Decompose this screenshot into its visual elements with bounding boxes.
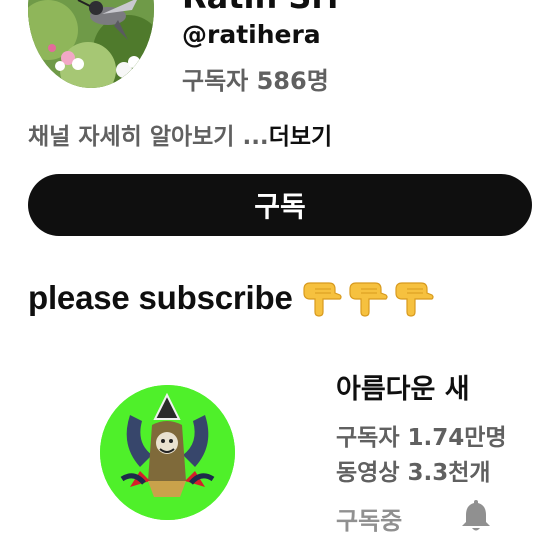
subscriber-count: 구독자 586명	[182, 67, 329, 95]
featured-channel-name[interactable]: 아름다운 새	[336, 367, 470, 406]
wayang-figure-image	[100, 385, 235, 520]
promo-text: please subscribe	[28, 279, 293, 316]
promo-line: please subscribe	[28, 274, 439, 322]
featured-channel-avatar[interactable]	[100, 385, 235, 520]
bell-icon[interactable]	[458, 497, 494, 533]
channel-avatar[interactable]	[28, 0, 154, 88]
channel-description[interactable]: 채널 자세히 알아보기 ...더보기	[28, 117, 332, 151]
description-text: 채널 자세히 알아보기 ...	[28, 124, 269, 150]
backhand-index-pointing-down-icon	[395, 282, 434, 317]
emoji-group	[301, 279, 439, 317]
featured-video-count: 동영상 3.3천개	[336, 460, 491, 486]
channel-name: Ratih Sri	[182, 0, 338, 16]
more-link[interactable]: 더보기	[269, 124, 332, 150]
subscribe-button[interactable]: 구독	[28, 174, 532, 236]
featured-subscriber-count: 구독자 1.74만명	[336, 425, 507, 451]
backhand-index-pointing-down-icon	[349, 282, 388, 317]
subscribed-button[interactable]: 구독중	[336, 501, 402, 536]
channel-handle: @ratihera	[182, 20, 321, 49]
backhand-index-pointing-down-icon	[303, 282, 342, 317]
hummingbird-image	[28, 0, 154, 88]
